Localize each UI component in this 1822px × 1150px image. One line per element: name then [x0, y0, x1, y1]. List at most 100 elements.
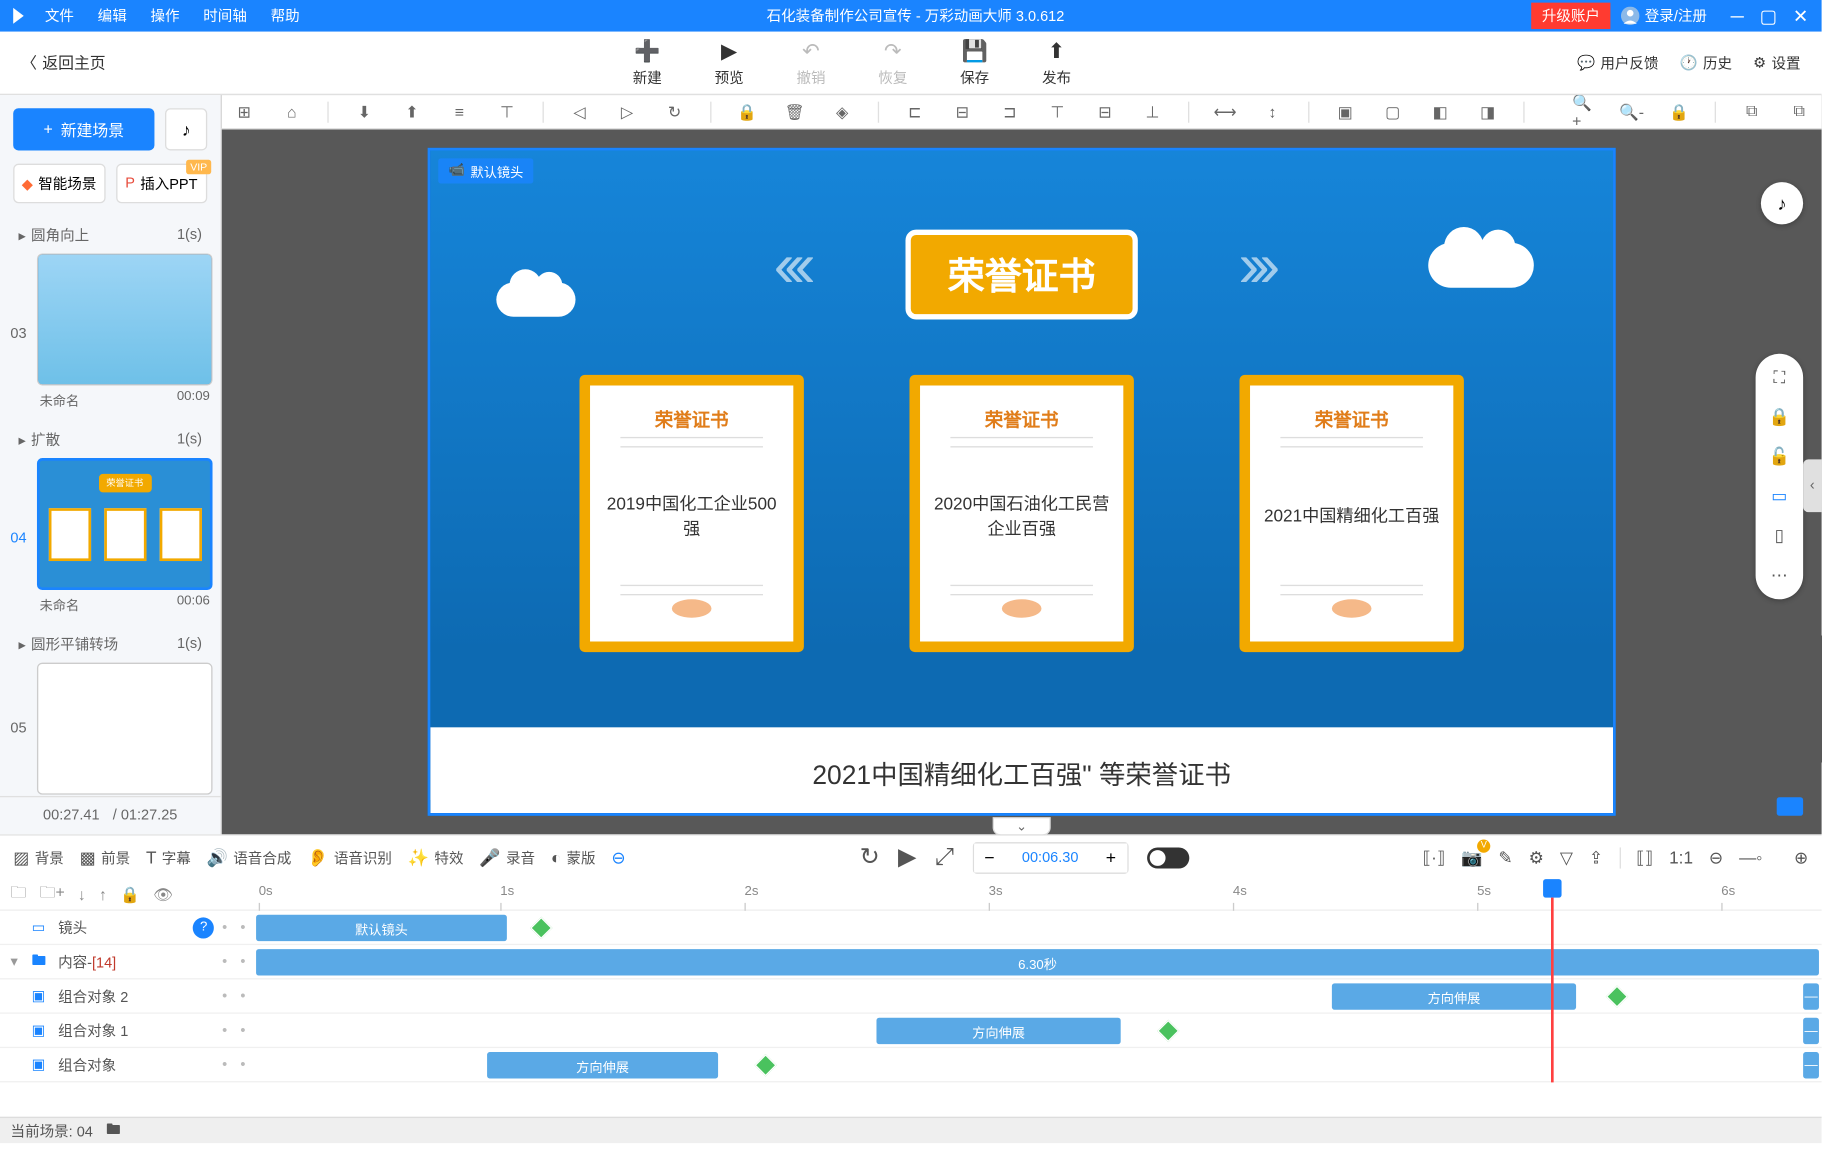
music-button[interactable]: ♪ [165, 108, 207, 150]
upload-icon[interactable]: ⬆ [400, 100, 424, 124]
timeline-row-group[interactable]: ▣组合对象•• 方向伸展 — [0, 1048, 1822, 1082]
new-button[interactable]: ➕新建 [633, 38, 662, 88]
flip-h-icon[interactable]: ◁ [568, 100, 592, 124]
ai-scene-button[interactable]: ◆智能场景 [13, 164, 105, 204]
scene-list[interactable]: ▸圆角向上 1(s) 03 未命名00:09 ▸扩散 1(s) 04 荣誉证书 [0, 216, 220, 795]
eye-icon[interactable]: 👁 [153, 885, 173, 903]
minus-circle-button[interactable]: ⊖ [611, 847, 625, 868]
preview-button[interactable]: ▶预览 [715, 38, 744, 88]
snap-icon[interactable]: ⟦·⟧ [1423, 847, 1446, 868]
music-float-button[interactable]: ♪ [1761, 182, 1803, 224]
lock-icon[interactable]: 🔒 [735, 100, 759, 124]
transition-header[interactable]: ▸圆角向上 1(s) [8, 216, 213, 253]
home-icon[interactable]: ⌂ [280, 100, 304, 124]
asr-button[interactable]: 👂语音识别 [307, 847, 392, 868]
scene-item-5[interactable]: 05 [8, 663, 213, 795]
lock-closed-icon[interactable]: 🔒 [1769, 407, 1790, 428]
expand-icon[interactable]: ▾ [11, 953, 24, 970]
time-minus-button[interactable]: − [974, 843, 1006, 872]
clip-direction[interactable]: 方向伸展 [487, 1052, 718, 1078]
up-icon[interactable]: ↑ [99, 885, 107, 903]
scene-item-3[interactable]: 03 未命名00:09 [8, 253, 213, 413]
down-icon[interactable]: ↓ [78, 885, 86, 903]
clip-end[interactable]: — [1803, 1052, 1819, 1078]
clip-content[interactable]: 6.30秒 [256, 949, 1819, 975]
send-back-icon[interactable]: ▢ [1381, 100, 1405, 124]
lock-open-icon[interactable]: 🔓 [1769, 446, 1790, 467]
mask-button[interactable]: ◐蒙版 [551, 847, 596, 868]
share-icon[interactable]: ⇪ [1589, 847, 1603, 868]
play-button[interactable]: ▶ [898, 843, 916, 871]
camera-tool-icon[interactable]: 📷 [1461, 847, 1482, 868]
minimize-button[interactable]: ─ [1731, 5, 1744, 27]
new-scene-button[interactable]: +新建场景 [13, 108, 154, 150]
zoom-slider-icon[interactable]: —◦ [1739, 847, 1762, 867]
fullscreen-button[interactable]: ⤢ [935, 843, 954, 871]
settings-link[interactable]: ⚙设置 [1753, 52, 1800, 73]
zoom-in-icon[interactable]: 🔍+ [1572, 100, 1596, 124]
clip-default-camera[interactable]: 默认镜头 [256, 915, 507, 941]
timeline-row-content[interactable]: ▾🖿内容-[14]•• 6.30秒 [0, 945, 1822, 979]
panel-dragger[interactable]: ⌄ [993, 817, 1051, 835]
timeline-row-group2[interactable]: ▣组合对象 2•• 方向伸展 — [0, 979, 1822, 1013]
align-center-icon[interactable]: ⊟ [950, 100, 974, 124]
delete-icon[interactable]: 🗑 [783, 100, 807, 124]
copy-icon[interactable]: ⧉ [1740, 100, 1764, 124]
align-right-icon[interactable]: ⊐ [998, 100, 1022, 124]
timeline-row-group1[interactable]: ▣组合对象 1•• 方向伸展 — [0, 1014, 1822, 1048]
toggle-switch[interactable] [1147, 847, 1189, 868]
settings-tool-icon[interactable]: ⚙ [1529, 847, 1544, 868]
menu-edit[interactable]: 编辑 [98, 5, 127, 26]
playhead[interactable] [1543, 879, 1561, 897]
fx-button[interactable]: ✨特效 [408, 847, 464, 868]
camera-label[interactable]: 📹默认镜头 [438, 158, 534, 183]
filter-icon[interactable]: ▽ [1560, 847, 1573, 868]
lock-icon[interactable]: 🔒 [120, 885, 140, 903]
canvas[interactable]: 📹默认镜头 ‹‹‹ 荣誉证书 ››› 荣誉证书 2019中国化工企业500强 荣 [428, 148, 1616, 816]
align-top-icon[interactable]: ⊤ [495, 100, 519, 124]
fullscreen-icon[interactable]: ⛶ [1769, 367, 1790, 388]
lock-zoom-icon[interactable]: 🔒 [1667, 100, 1691, 124]
folder-icon[interactable]: 🗀 [11, 880, 27, 908]
align-middle-icon[interactable]: ≡ [447, 100, 471, 124]
close-button[interactable]: ✕ [1793, 5, 1808, 27]
upgrade-button[interactable]: 升级账户 [1531, 3, 1610, 29]
scene-item-4[interactable]: 04 荣誉证书 未命名00:06 [8, 458, 213, 618]
download-icon[interactable]: ⬇ [352, 100, 376, 124]
maximize-button[interactable]: ▢ [1760, 5, 1777, 27]
mobile-icon[interactable]: ▯ [1769, 525, 1790, 546]
screen-icon[interactable]: ▭ [1769, 486, 1790, 507]
transition-header[interactable]: ▸扩散 1(s) [8, 421, 213, 458]
zoom-in-small-icon[interactable]: ⊕ [1794, 847, 1808, 868]
menu-file[interactable]: 文件 [45, 5, 74, 26]
replay-button[interactable]: ↻ [860, 843, 880, 871]
timeline-ruler[interactable]: 0s 1s 2s 3s 4s 5s 6s [256, 879, 1822, 909]
menu-action[interactable]: 操作 [150, 5, 179, 26]
back-home-button[interactable]: 〈 返回主页 [0, 51, 127, 73]
keyframe-diamond[interactable] [530, 917, 552, 939]
zoom-out-icon[interactable]: 🔍- [1620, 100, 1644, 124]
folder-plus-icon[interactable]: 🗀+ [40, 880, 65, 908]
menu-help[interactable]: 帮助 [271, 5, 300, 26]
tts-button[interactable]: 🔊语音合成 [207, 847, 292, 868]
dist-v-icon[interactable]: ↕ [1261, 100, 1285, 124]
user-login[interactable]: 登录/注册 [1610, 5, 1717, 26]
keyframe-diamond[interactable] [1157, 1020, 1179, 1042]
save-button[interactable]: 💾保存 [960, 38, 989, 88]
rotate-icon[interactable]: ↻ [663, 100, 687, 124]
keyframe-diamond[interactable] [1606, 985, 1628, 1007]
help-badge[interactable]: ? [193, 917, 214, 938]
bring-front-icon[interactable]: ▣ [1333, 100, 1357, 124]
send-bwd-icon[interactable]: ◨ [1476, 100, 1500, 124]
clip-direction[interactable]: 方向伸展 [876, 1018, 1120, 1044]
crop-icon[interactable]: ◈ [830, 100, 854, 124]
clip-end[interactable]: — [1803, 983, 1819, 1009]
clip-direction[interactable]: 方向伸展 [1332, 983, 1576, 1009]
clip-end[interactable]: — [1803, 1018, 1819, 1044]
fg-button[interactable]: ▩前景 [80, 847, 131, 868]
publish-button[interactable]: ⬆发布 [1042, 38, 1071, 88]
align-vtop-icon[interactable]: ⊤ [1045, 100, 1069, 124]
history-link[interactable]: 🕐历史 [1680, 52, 1732, 73]
scene-thumbnail[interactable]: 荣誉证书 [37, 458, 213, 590]
align-vmid-icon[interactable]: ⊟ [1093, 100, 1117, 124]
